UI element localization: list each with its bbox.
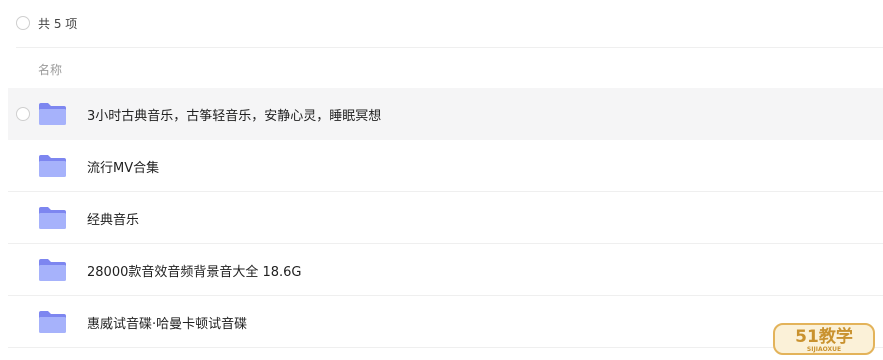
file-name[interactable]: 流行MV合集 [87, 157, 159, 176]
summary-divider [16, 47, 883, 48]
file-row[interactable]: 经典音乐 [8, 192, 883, 244]
name-column-header[interactable]: 名称 [38, 61, 62, 78]
file-name[interactable]: 28000款音效音频背景音大全 18.6G [87, 261, 302, 280]
file-name[interactable]: 惠威试音碟·哈曼卡顿试音碟 [87, 313, 247, 332]
file-row[interactable]: 惠威试音碟·哈曼卡顿试音碟 [8, 296, 883, 348]
svg-text:SIJIAOXUE: SIJIAOXUE [807, 346, 841, 353]
file-name[interactable]: 经典音乐 [87, 209, 139, 228]
svg-text:51教学: 51教学 [795, 326, 853, 347]
file-list: 3小时古典音乐，古筝轻音乐，安静心灵，睡眠冥想 流行MV合集 经典音乐 2800… [8, 88, 883, 348]
folder-icon [38, 102, 67, 126]
summary-bar: 共 5 项 [0, 0, 883, 46]
watermark-logo: 51教学 SIJIAOXUE [772, 322, 876, 356]
file-row[interactable]: 28000款音效音频背景音大全 18.6G [8, 244, 883, 296]
folder-icon [38, 206, 67, 230]
row-select-radio[interactable] [16, 107, 30, 121]
file-row[interactable]: 流行MV合集 [8, 140, 883, 192]
select-all-radio[interactable] [16, 16, 30, 30]
folder-icon [38, 154, 67, 178]
folder-icon [38, 258, 67, 282]
file-name[interactable]: 3小时古典音乐，古筝轻音乐，安静心灵，睡眠冥想 [87, 105, 381, 124]
file-row[interactable]: 3小时古典音乐，古筝轻音乐，安静心灵，睡眠冥想 [8, 88, 883, 140]
item-count-label: 共 5 项 [38, 17, 78, 31]
folder-icon [38, 310, 67, 334]
file-browser: 共 5 项 名称 3小时古典音乐，古筝轻音乐，安静心灵，睡眠冥想 流行MV合集 … [0, 0, 883, 360]
